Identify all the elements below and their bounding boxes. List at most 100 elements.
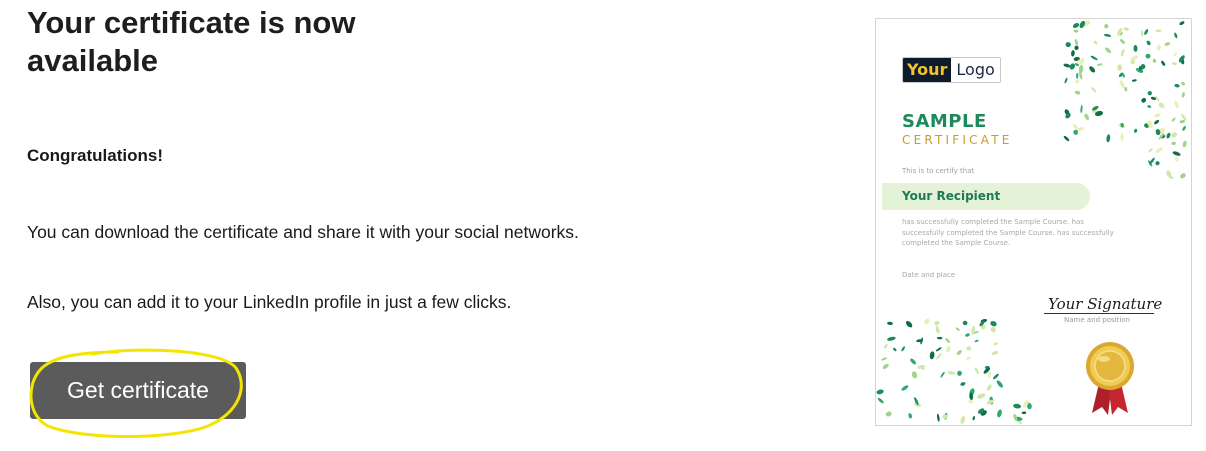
leaf-shape <box>1091 87 1097 93</box>
leaf-shape <box>960 416 966 424</box>
leaf-shape <box>934 320 940 326</box>
leaf-shape <box>965 333 970 337</box>
leaf-shape <box>1147 91 1152 96</box>
leaf-shape <box>1074 45 1079 51</box>
leaf-shape <box>893 347 897 352</box>
leaf-shape <box>908 413 912 419</box>
leaf-shape <box>940 371 945 378</box>
leaf-shape <box>1146 40 1151 46</box>
leaf-shape <box>957 370 962 376</box>
leaf-shape <box>987 371 992 378</box>
leaf-shape <box>974 339 979 343</box>
leaf-shape <box>947 371 956 375</box>
leaf-shape <box>945 338 951 343</box>
leaf-shape <box>1154 119 1160 125</box>
leaf-shape <box>996 380 1003 388</box>
leaf-shape <box>1071 50 1075 57</box>
leaf-shape <box>887 321 893 326</box>
leaf-shape <box>911 371 918 379</box>
leaf-shape <box>1179 119 1186 124</box>
leaf-shape <box>1124 86 1128 92</box>
leaf-shape <box>1089 66 1096 73</box>
leaf-shape <box>910 358 916 365</box>
leaf-shape <box>1166 132 1171 139</box>
leaf-shape <box>1161 60 1166 66</box>
certificate-logo: Your Logo <box>902 57 1001 83</box>
leaf-shape <box>1079 58 1085 65</box>
leaf-shape <box>887 336 896 341</box>
leaf-shape <box>1064 77 1068 84</box>
leaf-shape <box>1073 29 1079 33</box>
leaf-shape <box>935 347 942 352</box>
leaf-shape <box>1075 79 1080 84</box>
leaf-shape <box>1096 63 1103 66</box>
leaf-shape <box>1147 105 1152 108</box>
leaf-shape <box>991 351 999 355</box>
leaf-shape <box>881 357 888 361</box>
leaf-shape <box>972 416 975 421</box>
leaf-shape <box>1105 47 1112 54</box>
leaf-shape <box>974 367 979 375</box>
leaf-shape <box>956 350 962 356</box>
leaf-shape <box>885 411 892 417</box>
leaf-shape <box>935 353 942 360</box>
leaf-shape <box>1076 72 1079 79</box>
leaf-shape <box>1164 42 1171 46</box>
leaf-shape <box>993 342 998 346</box>
download-info-text: You can download the certificate and sha… <box>27 222 579 242</box>
recipient-name: Your Recipient <box>902 189 1001 203</box>
logo-part-logo: Logo <box>951 58 1000 82</box>
leaf-shape <box>1123 27 1129 31</box>
leaf-shape <box>1072 22 1080 29</box>
leaf-shape <box>876 389 884 395</box>
leaf-shape <box>882 363 889 369</box>
leaf-shape <box>1155 147 1163 153</box>
certificate-preview: Your Logo SAMPLE CERTIFICATE This is to … <box>875 18 1192 426</box>
leaf-shape <box>962 320 968 326</box>
leaf-shape <box>992 373 999 380</box>
leaf-shape <box>1140 30 1144 37</box>
leaf-shape <box>901 385 909 391</box>
leaf-shape <box>1013 403 1022 409</box>
get-certificate-button[interactable]: Get certificate <box>30 362 246 419</box>
leaf-shape <box>1134 128 1138 133</box>
leaf-shape <box>1080 104 1083 114</box>
leaf-shape <box>1021 411 1027 415</box>
leaf-shape <box>1077 127 1085 132</box>
signature: Your Signature <box>1048 295 1163 313</box>
linkedin-info-text: Also, you can add it to your LinkedIn pr… <box>27 292 512 312</box>
name-position-text: Name and position <box>1064 316 1130 324</box>
leaf-shape <box>1145 53 1151 59</box>
leaf-shape <box>929 351 935 360</box>
leaf-shape <box>1174 100 1179 109</box>
leaf-shape <box>1171 62 1177 66</box>
certificate-word: CERTIFICATE <box>902 133 1013 147</box>
gold-seal-ribbon-icon <box>1086 342 1134 415</box>
leaf-shape <box>1144 29 1149 35</box>
leaf-shape <box>1182 126 1186 131</box>
leaf-shape <box>1120 48 1125 57</box>
leaf-shape <box>1171 117 1176 122</box>
leaf-shape <box>1141 97 1147 103</box>
leaf-shape <box>1148 148 1153 153</box>
leaf-shape <box>990 321 997 327</box>
leaf-shape <box>1181 92 1185 98</box>
leaf-shape <box>1155 161 1160 166</box>
leaf-shape <box>1174 156 1179 162</box>
signature-line <box>1044 313 1154 314</box>
leaf-shape <box>1133 44 1138 52</box>
leaf-shape <box>1154 113 1161 118</box>
leaf-shape <box>1117 64 1123 71</box>
leaf-shape <box>1104 24 1109 29</box>
leaf-shape <box>936 336 943 340</box>
leaf-shape <box>1084 113 1090 121</box>
leaf-shape <box>1093 40 1098 45</box>
leaf-shape <box>1179 21 1185 26</box>
certificate-sample-label: SAMPLE <box>902 111 987 132</box>
leaf-shape <box>1063 63 1071 68</box>
leaf-shape <box>1132 79 1137 82</box>
leaf-shape <box>977 393 986 399</box>
leaf-shape <box>924 318 930 325</box>
leaf-shape <box>1090 55 1098 61</box>
leaf-shape <box>1155 29 1162 33</box>
